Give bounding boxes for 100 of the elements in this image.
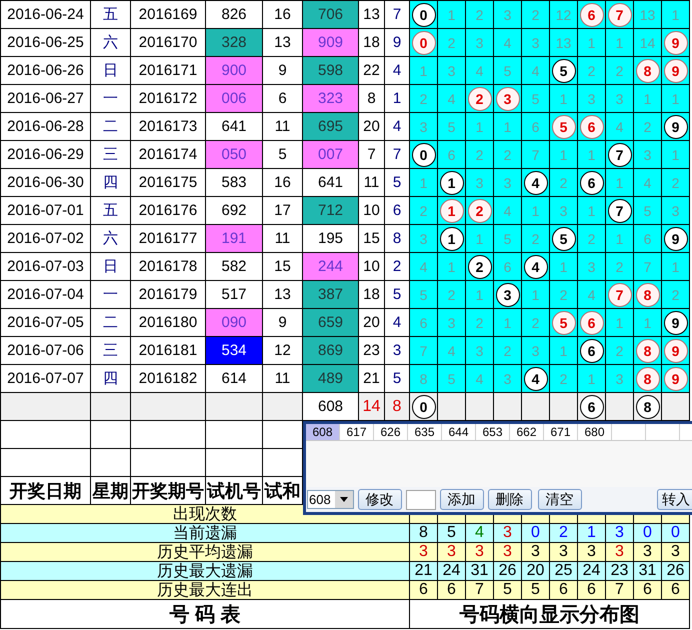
number-list-item[interactable]: 671 (544, 424, 578, 440)
number-ball: 6 (580, 394, 604, 418)
weekday-cell: 六 (91, 29, 131, 57)
miss-count-cell: 3 (466, 337, 494, 365)
number-ball: 0 (412, 142, 436, 166)
stat-value: 6 (634, 581, 662, 600)
miss-count-cell: 1 (578, 29, 606, 57)
number-list-item[interactable]: 626 (374, 424, 408, 440)
transfer-button[interactable]: 转入 (657, 489, 692, 510)
weekday-cell: 二 (91, 309, 131, 337)
stat-value: 3 (494, 524, 522, 543)
sum-cell: 10 (359, 253, 385, 281)
miss-count-cell: 1 (634, 309, 662, 337)
miss-count-cell: 2 (522, 309, 550, 337)
draw-number-cell: 244 (303, 253, 359, 281)
add-button[interactable]: 添加 (440, 489, 484, 510)
miss-count-cell: 7 (410, 337, 438, 365)
number-list-item[interactable]: 608 (306, 424, 340, 440)
miss-count-cell: 4 (466, 365, 494, 393)
weekday-cell: 四 (91, 169, 131, 197)
number-list-item[interactable]: 653 (476, 424, 510, 440)
number-input[interactable] (406, 490, 436, 510)
miss-count-cell: 4 (578, 281, 606, 309)
stat-value: 24 (438, 562, 466, 581)
stat-label: 历史平均遗漏 (1, 543, 410, 562)
date-cell: 2016-06-28 (1, 113, 91, 141)
trial-number-cell: 614 (206, 365, 263, 393)
date-cell: 2016-07-03 (1, 253, 91, 281)
number-ball: 7 (608, 142, 632, 166)
miss-count-cell: 7 (634, 253, 662, 281)
span-cell: 8 (385, 393, 410, 421)
stat-value: 2 (550, 524, 578, 543)
sum-cell: 20 (359, 113, 385, 141)
miss-count-cell: 5 (438, 365, 466, 393)
miss-count-cell: 2 (466, 1, 494, 29)
trial-number-cell: 692 (206, 197, 263, 225)
number-dropdown[interactable]: 608 (307, 490, 354, 509)
miss-count-cell: 1 (550, 337, 578, 365)
number-ball: 2 (468, 254, 492, 278)
number-ball: 9 (664, 226, 688, 250)
miss-count-cell: 2 (410, 85, 438, 113)
stat-value: 7 (606, 581, 634, 600)
delete-button[interactable]: 删除 (488, 489, 532, 510)
miss-count-cell: 5 (522, 85, 550, 113)
stat-value: 3 (606, 524, 634, 543)
miss-count-cell: 1 (578, 141, 606, 169)
date-cell: 2016-07-05 (1, 309, 91, 337)
edit-button[interactable]: 修改 (358, 489, 402, 510)
number-list-item[interactable]: 635 (408, 424, 442, 440)
number-ball: 9 (664, 58, 688, 82)
clear-button[interactable]: 清空 (538, 489, 582, 510)
miss-count-cell: 1 (410, 169, 438, 197)
number-ball: 9 (664, 114, 688, 138)
miss-count-cell: 4 (522, 57, 550, 85)
miss-count-cell: 2 (606, 253, 634, 281)
number-list-item[interactable]: 644 (442, 424, 476, 440)
miss-count-cell: 1 (578, 365, 606, 393)
stat-value: 3 (494, 543, 522, 562)
number-list-item[interactable]: 617 (340, 424, 374, 440)
miss-count-cell: 1 (438, 253, 466, 281)
miss-count-cell: 6 (410, 309, 438, 337)
date-cell: 2016-07-02 (1, 225, 91, 253)
stat-value: 1 (578, 524, 606, 543)
weekday-cell: 三 (91, 337, 131, 365)
miss-count-cell: 1 (494, 113, 522, 141)
trial-number-cell: 534 (206, 337, 263, 365)
stat-value: 7 (466, 581, 494, 600)
number-ball: 8 (636, 366, 660, 390)
weekday-cell: 六 (91, 225, 131, 253)
miss-count-cell: 3 (494, 1, 522, 29)
trial-number-cell: 517 (206, 281, 263, 309)
miss-count-cell: 1 (522, 197, 550, 225)
stat-value: 20 (522, 562, 550, 581)
draw-number-cell: 712 (303, 197, 359, 225)
draw-number-cell: 706 (303, 1, 359, 29)
miss-count-cell: 13 (550, 29, 578, 57)
number-list-item[interactable]: 662 (510, 424, 544, 440)
miss-count-cell: 1 (550, 85, 578, 113)
miss-count-cell: 1 (606, 225, 634, 253)
number-ball: 8 (636, 282, 660, 306)
stat-value: 6 (438, 581, 466, 600)
miss-count-cell: 5 (494, 57, 522, 85)
stat-value: 3 (662, 543, 690, 562)
weekday-cell: 一 (91, 281, 131, 309)
number-ball: 9 (664, 30, 688, 54)
empty-cell (206, 449, 263, 477)
miss-count-cell: 2 (494, 337, 522, 365)
number-ball: 2 (468, 86, 492, 110)
stat-value: 0 (522, 524, 550, 543)
number-list-item[interactable]: 680 (578, 424, 612, 440)
sum-cell: 11 (359, 169, 385, 197)
sum-cell: 14 (359, 393, 385, 421)
date-cell: 2016-07-04 (1, 281, 91, 309)
stat-label: 历史最大遗漏 (1, 562, 410, 581)
number-ball: 3 (496, 86, 520, 110)
miss-count-cell: 3 (438, 57, 466, 85)
miss-count-cell: 1 (466, 281, 494, 309)
miss-count-cell: 2 (606, 337, 634, 365)
date-cell: 2016-06-30 (1, 169, 91, 197)
number-ball: 8 (636, 58, 660, 82)
